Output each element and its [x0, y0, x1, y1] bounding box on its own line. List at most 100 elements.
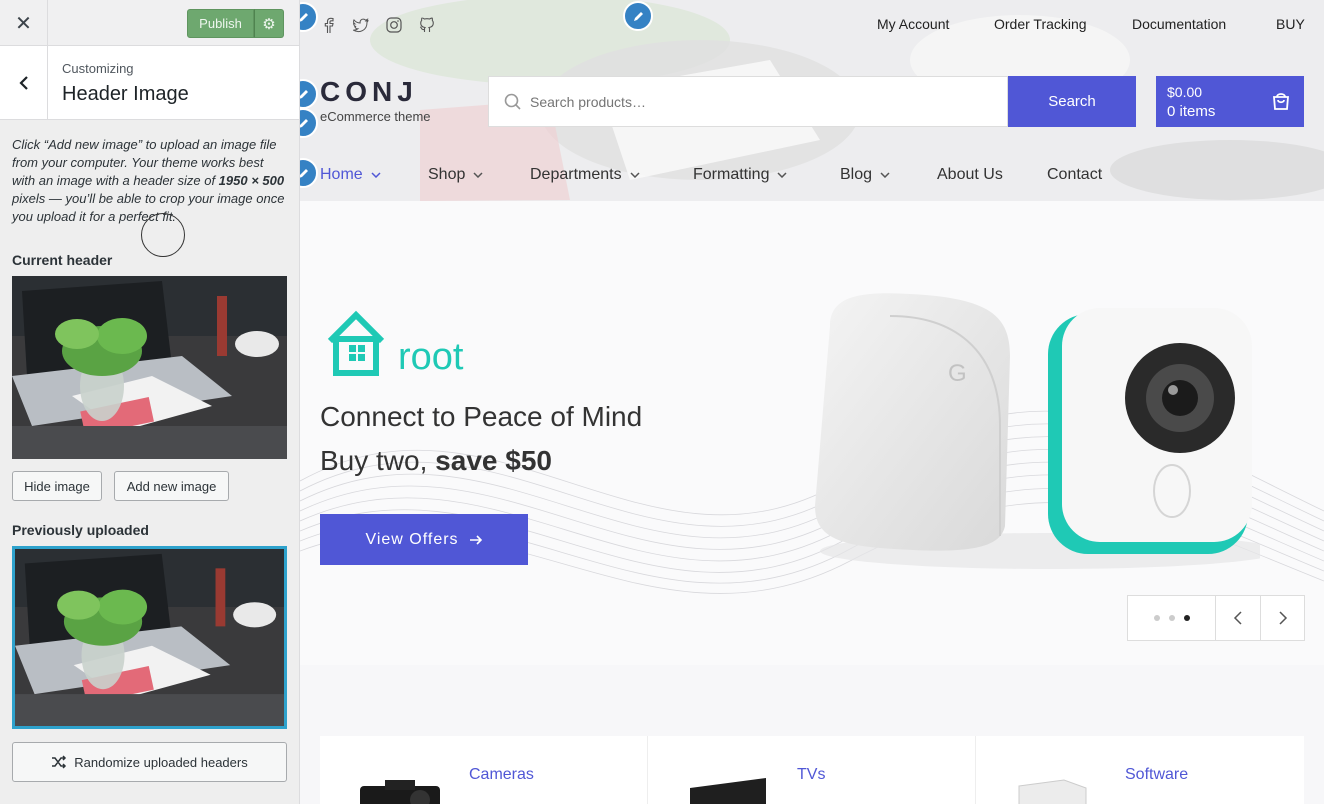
- nav-shop-label: Shop: [428, 166, 466, 183]
- publish-settings-button[interactable]: ⚙: [254, 9, 284, 38]
- facebook-icon[interactable]: [320, 16, 338, 34]
- tv-product-image: [690, 778, 766, 804]
- category-card-tvs[interactable]: TVs: [648, 736, 976, 804]
- slider-next-button[interactable]: [1260, 596, 1304, 640]
- section-header: Customizing Header Image: [0, 46, 299, 120]
- pencil-icon: [300, 118, 308, 127]
- shuffle-icon: [52, 755, 67, 769]
- github-icon[interactable]: [418, 16, 436, 34]
- chevron-down-icon: [473, 172, 483, 178]
- current-header-label: Current header: [12, 252, 113, 268]
- cart-items-count: 0 items: [1167, 103, 1216, 120]
- slider-dot-1[interactable]: [1153, 615, 1160, 621]
- top-link-order-tracking[interactable]: Order Tracking: [994, 16, 1087, 32]
- edit-shortcut-menu[interactable]: [623, 1, 653, 31]
- pencil-icon: [300, 12, 308, 21]
- close-icon: ✕: [15, 12, 32, 35]
- section-title: Header Image: [62, 83, 189, 105]
- search-icon: [504, 93, 521, 110]
- randomize-label: Randomize uploaded headers: [74, 754, 248, 770]
- chevron-down-icon: [630, 172, 640, 178]
- previously-uploaded-label: Previously uploaded: [12, 522, 149, 538]
- nav-formatting[interactable]: Formatting: [693, 166, 787, 184]
- pencil-icon: [300, 168, 308, 177]
- back-chevron-icon: [18, 75, 28, 90]
- chevron-down-icon: [777, 172, 787, 178]
- gear-icon: ⚙: [262, 15, 276, 33]
- slide-subheadline: Buy two, save $50: [320, 445, 552, 477]
- chevron-down-icon: [371, 172, 381, 178]
- category-title-cameras[interactable]: Cameras: [469, 766, 534, 784]
- top-link-documentation[interactable]: Documentation: [1132, 16, 1226, 32]
- root-brand-text: root: [398, 336, 464, 378]
- instagram-icon[interactable]: [385, 16, 403, 34]
- search-field: [488, 76, 1008, 127]
- nav-blog[interactable]: Blog: [840, 166, 890, 184]
- category-title-software[interactable]: Software: [1125, 766, 1188, 784]
- pencil-icon: [300, 89, 308, 98]
- search-button[interactable]: Search: [1008, 76, 1136, 127]
- site-tagline: eCommerce theme: [320, 109, 431, 124]
- twitter-icon[interactable]: [352, 16, 370, 34]
- back-button[interactable]: [0, 46, 48, 119]
- slider-dot-2[interactable]: [1168, 615, 1175, 621]
- google-clips-camera-image: G: [815, 293, 1260, 569]
- publish-button[interactable]: Publish: [187, 9, 254, 38]
- nav-blog-label: Blog: [840, 166, 873, 183]
- nav-home[interactable]: Home: [320, 166, 381, 184]
- software-box-image: [1018, 779, 1087, 804]
- add-new-image-button[interactable]: Add new image: [114, 471, 229, 501]
- view-offers-button[interactable]: View Offers: [320, 514, 528, 565]
- slider-controls: [1127, 595, 1305, 641]
- chevron-down-icon: [880, 172, 890, 178]
- customizer-top-bar: ✕ Publish ⚙: [0, 0, 299, 46]
- nav-about-us-label: About Us: [937, 166, 1003, 183]
- publish-group: Publish ⚙: [187, 9, 284, 38]
- section-description: Click “Add new image” to upload an image…: [12, 136, 287, 226]
- category-cards: Cameras TVs Software: [320, 736, 1304, 804]
- category-card-cameras[interactable]: Cameras: [320, 736, 648, 804]
- nav-departments[interactable]: Departments: [530, 166, 640, 184]
- nav-shop[interactable]: Shop: [428, 166, 483, 184]
- view-offers-label: View Offers: [365, 530, 459, 548]
- slide-sub-prefix: Buy two,: [320, 445, 428, 476]
- top-link-buy[interactable]: BUY: [1276, 16, 1305, 32]
- cart-button[interactable]: $0.00 0 items: [1156, 76, 1304, 127]
- slider-dots: [1128, 596, 1216, 640]
- site-logo[interactable]: CONJ: [320, 76, 418, 108]
- svg-text:G: G: [948, 360, 967, 387]
- hide-image-button[interactable]: Hide image: [12, 471, 102, 501]
- cart-total: $0.00: [1167, 84, 1203, 100]
- slide-headline: Connect to Peace of Mind: [320, 401, 643, 432]
- chevron-right-icon: [1278, 611, 1287, 625]
- search-input[interactable]: [530, 93, 970, 110]
- description-size: 1950 × 500: [218, 173, 285, 188]
- slide-sub-bold: save $50: [435, 445, 552, 476]
- hero-slider: root Connect to Peace of Mind Buy two, s…: [300, 201, 1324, 665]
- pencil-icon: [633, 11, 643, 21]
- slider-prev-button[interactable]: [1216, 596, 1260, 640]
- camera-product-image: [360, 780, 440, 804]
- arrow-right-icon: [469, 534, 482, 545]
- nav-contact[interactable]: Contact: [1047, 166, 1102, 184]
- randomize-headers-button[interactable]: Randomize uploaded headers: [12, 742, 287, 782]
- category-title-tvs[interactable]: TVs: [797, 766, 825, 784]
- slider-dot-3[interactable]: [1183, 615, 1190, 621]
- chevron-left-icon: [1233, 611, 1242, 625]
- customizing-label: Customizing: [62, 61, 134, 76]
- nav-about-us[interactable]: About Us: [937, 166, 1003, 184]
- top-link-my-account[interactable]: My Account: [877, 16, 949, 32]
- site-header: My Account Order Tracking Documentation …: [300, 0, 1324, 201]
- site-preview: My Account Order Tracking Documentation …: [300, 0, 1324, 804]
- cart-icon: [1273, 93, 1289, 110]
- current-header-image: [12, 276, 287, 459]
- mouse-cursor-highlight: [141, 213, 185, 257]
- nav-contact-label: Contact: [1047, 166, 1103, 183]
- customizer-sidebar: ✕ Publish ⚙ Customizing Header Image Cli…: [0, 0, 300, 804]
- nav-departments-label: Departments: [530, 166, 622, 183]
- root-brand-logo: root: [327, 310, 464, 378]
- close-customizer-button[interactable]: ✕: [0, 0, 48, 46]
- previously-uploaded-image[interactable]: [12, 546, 287, 729]
- nav-formatting-label: Formatting: [693, 166, 770, 183]
- category-card-software[interactable]: Software: [976, 736, 1304, 804]
